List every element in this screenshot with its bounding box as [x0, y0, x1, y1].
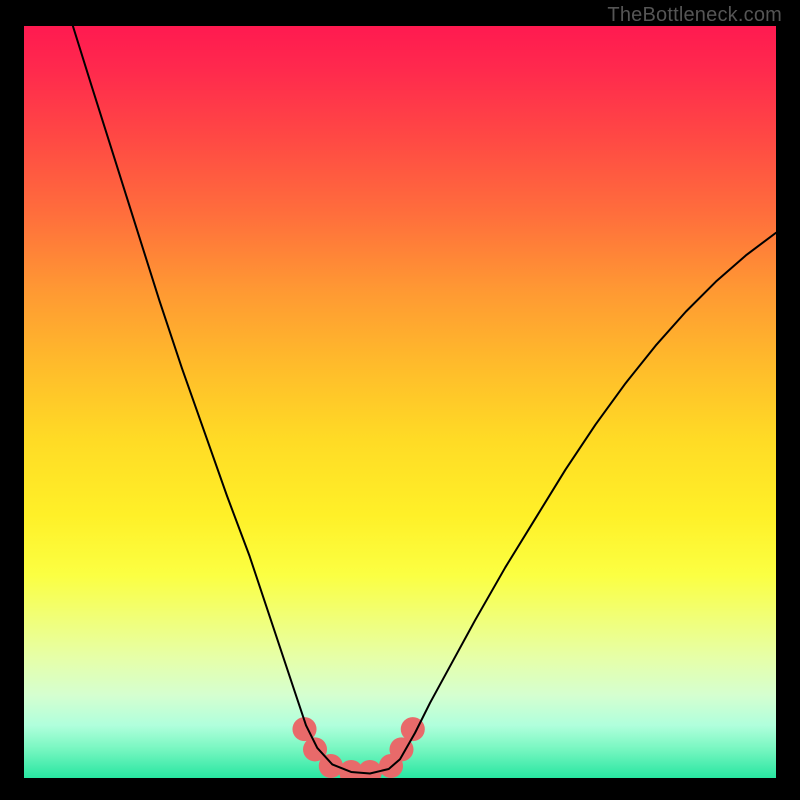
- highlight-dot: [319, 754, 343, 778]
- watermark-text: TheBottleneck.com: [607, 4, 782, 27]
- plot-area: [24, 26, 776, 778]
- highlight-markers: [292, 717, 424, 778]
- highlight-dot: [358, 760, 382, 778]
- chart-container: TheBottleneck.com: [0, 0, 800, 800]
- bottleneck-curve: [73, 26, 776, 773]
- curve-layer: [24, 26, 776, 778]
